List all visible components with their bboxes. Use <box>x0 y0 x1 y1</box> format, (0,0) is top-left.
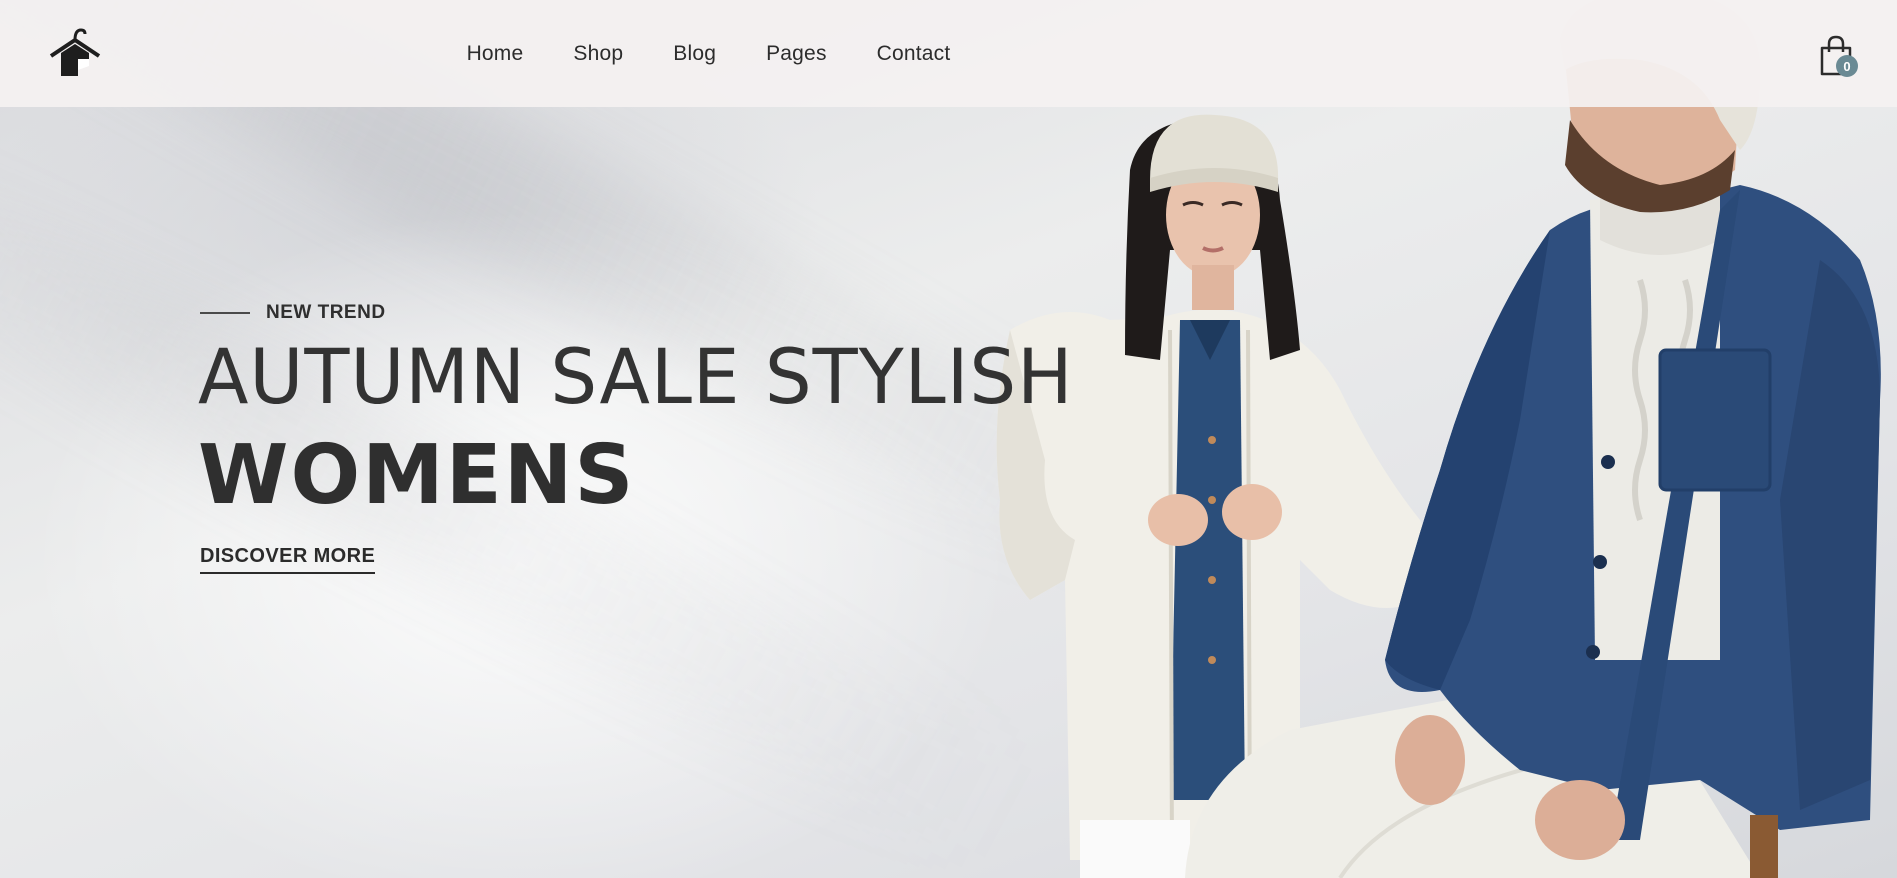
cart-count-badge: 0 <box>1836 55 1858 77</box>
eyebrow-divider <box>200 312 250 314</box>
eyebrow-text: NEW TREND <box>266 302 386 323</box>
site-header: Home Shop Blog Pages Contact 0 <box>0 0 1897 107</box>
main-navigation: Home Shop Blog Pages Contact <box>0 0 1897 107</box>
nav-home-link[interactable]: Home <box>467 42 524 66</box>
nav-shop-link[interactable]: Shop <box>573 42 623 66</box>
hanger-house-icon[interactable] <box>48 26 102 78</box>
hero-headline-line1: AUTUMN SALE STYLISH <box>198 332 1074 421</box>
nav-contact-link[interactable]: Contact <box>877 42 951 66</box>
nav-pages-link[interactable]: Pages <box>766 42 827 66</box>
hero-headline-line2: WOMENS <box>198 428 636 523</box>
discover-more-button[interactable]: DISCOVER MORE <box>200 545 376 574</box>
eyebrow: NEW TREND <box>200 302 386 324</box>
nav-blog-link[interactable]: Blog <box>673 42 716 66</box>
